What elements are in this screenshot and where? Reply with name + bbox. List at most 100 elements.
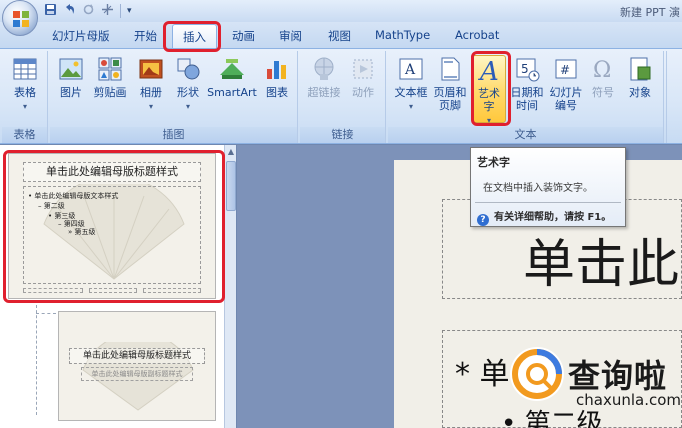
- tab-review[interactable]: 审阅: [279, 28, 302, 44]
- dropdown-arrow-icon: ▾: [22, 102, 27, 111]
- hyperlink-icon: [310, 55, 338, 83]
- chart-button-label: 图表: [266, 86, 288, 99]
- table-icon: [11, 55, 39, 83]
- photo-album-button[interactable]: 相册 ▾: [134, 55, 168, 113]
- ribbon: 表格 ▾ 表格 图片 剪贴画 相册 ▾ 形状 ▾ SmartArt 图表 插图 …: [0, 48, 682, 144]
- thumbnail-bullet-5: » 第五级: [68, 228, 96, 236]
- watermark-logo-icon: [510, 347, 564, 401]
- svg-text:5: 5: [521, 62, 529, 76]
- object-icon: [626, 55, 654, 83]
- group-label-illustrations: 插图: [50, 127, 297, 143]
- thumbnail-title: 单击此处编辑母版标题样式: [23, 162, 201, 182]
- tab-mathtype[interactable]: MathType: [375, 28, 430, 42]
- textbox-button[interactable]: A 文本框 ▾: [392, 55, 430, 113]
- wordart-tooltip: 艺术字 在文档中插入装饰文字。 ? 有关详细帮助，请按 F1。: [470, 147, 626, 227]
- picture-button[interactable]: 图片: [54, 55, 88, 99]
- shapes-button[interactable]: 形状 ▾: [172, 55, 204, 113]
- svg-text:A: A: [404, 62, 416, 78]
- tab-insert[interactable]: 插入: [172, 24, 217, 48]
- window-title: 新建 PPT 演: [620, 6, 680, 19]
- tab-home[interactable]: 开始: [134, 28, 157, 44]
- svg-text:#: #: [560, 63, 570, 77]
- thumbnail-2-title: 单击此处编辑母版标题样式: [69, 348, 205, 364]
- group-text: A 文本框 ▾ 页眉和 页脚 A 艺术字 ▾ 5 日期和 时间 # 幻灯片 编号…: [388, 51, 664, 143]
- ribbon-overflow-group: [666, 51, 682, 143]
- thumbnail-slide-2[interactable]: 单击此处编辑母版标题样式 单击此处编辑母版副标题样式: [58, 311, 216, 421]
- action-button[interactable]: 动作: [346, 55, 380, 99]
- qat-more-button[interactable]: ▾: [127, 4, 132, 18]
- photo-album-button-label: 相册: [140, 86, 162, 99]
- clip-art-button-label: 剪贴画: [93, 86, 127, 99]
- thumbnail-slide-1[interactable]: 单击此处编辑母版标题样式 • 单击此处编辑母版文本样式 – 第二级 • 第三级 …: [8, 153, 216, 299]
- tab-animations[interactable]: 动画: [232, 28, 255, 44]
- help-icon: ?: [477, 214, 489, 226]
- photo-album-icon: [137, 55, 165, 83]
- thumbnail-connector-line: [36, 305, 37, 415]
- dropdown-arrow-icon: ▾: [408, 102, 413, 111]
- group-illustrations: 图片 剪贴画 相册 ▾ 形状 ▾ SmartArt 图表 插图: [50, 51, 298, 143]
- save-icon[interactable]: [44, 3, 57, 19]
- qat-separator: [120, 4, 121, 18]
- hyperlink-button[interactable]: 超链接: [304, 55, 344, 99]
- tooltip-description: 在文档中插入装饰文字。: [483, 183, 593, 194]
- ribbon-tab-bar: 幻灯片母版 开始 插入 动画 审阅 视图 MathType Acrobat: [0, 22, 682, 48]
- slide-number-label-1: 幻灯片: [549, 86, 583, 99]
- header-footer-button[interactable]: 页眉和 页脚: [432, 55, 468, 112]
- group-links: 超链接 动作 链接: [300, 51, 386, 143]
- symbol-button[interactable]: Ω 符号: [588, 55, 618, 99]
- header-footer-icon: [436, 55, 464, 83]
- thumbnail-2-subtitle: 单击此处编辑母版副标题样式: [81, 367, 193, 381]
- tab-view[interactable]: 视图: [328, 28, 351, 44]
- title-bar: ▾ 新建 PPT 演: [0, 0, 682, 22]
- picture-button-label: 图片: [60, 86, 82, 99]
- action-button-label: 动作: [352, 86, 374, 99]
- office-button[interactable]: [2, 0, 38, 36]
- object-button-label: 对象: [629, 86, 651, 99]
- textbox-icon: A: [397, 55, 425, 83]
- date-time-button[interactable]: 5 日期和 时间: [510, 55, 544, 112]
- tab-acrobat[interactable]: Acrobat: [455, 28, 499, 42]
- chart-icon: [263, 55, 291, 83]
- redo-icon[interactable]: [82, 3, 95, 19]
- watermark-url: chaxunla.com: [576, 391, 681, 409]
- tab-slide-master[interactable]: 幻灯片母版: [52, 28, 110, 44]
- svg-text:A: A: [478, 57, 499, 84]
- thumbnail-footer-number: [143, 288, 201, 293]
- svg-text:Ω: Ω: [593, 58, 611, 83]
- customize-icon[interactable]: [101, 3, 114, 19]
- object-button[interactable]: 对象: [622, 55, 658, 99]
- slide-number-label-2: 编号: [555, 99, 577, 112]
- undo-icon[interactable]: [63, 3, 76, 19]
- smartart-button[interactable]: SmartArt: [206, 55, 258, 99]
- thumbnail-connector-branch: [36, 313, 56, 314]
- wordart-button[interactable]: A 艺术字 ▾: [472, 55, 506, 125]
- office-logo-icon: [13, 11, 29, 27]
- slide-number-button[interactable]: # 幻灯片 编号: [546, 55, 586, 112]
- thumbnail-body-placeholder: • 单击此处编辑母版文本样式 – 第二级 • 第三级 – 第四级 » 第五级: [23, 186, 201, 284]
- shapes-icon: [174, 55, 202, 83]
- group-label-links: 链接: [300, 127, 385, 143]
- group-label-table: 表格: [2, 127, 47, 143]
- dropdown-arrow-icon: ▾: [486, 116, 491, 125]
- calendar-icon: 5: [513, 55, 541, 83]
- thumbnail-bullet-1: • 单击此处编辑母版文本样式: [28, 192, 119, 200]
- group-table: 表格 ▾ 表格: [2, 51, 48, 143]
- tooltip-help: ? 有关详细帮助，请按 F1。: [477, 208, 611, 226]
- omega-icon: Ω: [589, 55, 617, 83]
- chart-button[interactable]: 图表: [260, 55, 294, 99]
- thumbnail-bullet-2: – 第二级: [38, 202, 65, 210]
- table-button[interactable]: 表格 ▾: [6, 55, 44, 113]
- smartart-icon: [218, 55, 246, 83]
- thumbnail-scrollbar[interactable]: ▲: [224, 145, 236, 428]
- watermark: 查询啦 chaxunla.com: [506, 343, 682, 428]
- date-time-label-1: 日期和: [510, 86, 544, 99]
- slide-thumbnail-pane: 单击此处编辑母版标题样式 • 单击此处编辑母版文本样式 – 第二级 • 第三级 …: [0, 145, 236, 428]
- scrollbar-thumb[interactable]: [226, 161, 236, 211]
- slide-number-icon: #: [552, 55, 580, 83]
- header-footer-label-2: 页脚: [439, 99, 461, 112]
- hyperlink-button-label: 超链接: [307, 86, 341, 99]
- scroll-up-icon[interactable]: ▲: [226, 147, 236, 157]
- clip-art-icon: [96, 55, 124, 83]
- clip-art-button[interactable]: 剪贴画: [90, 55, 130, 99]
- dropdown-arrow-icon: ▾: [185, 102, 190, 111]
